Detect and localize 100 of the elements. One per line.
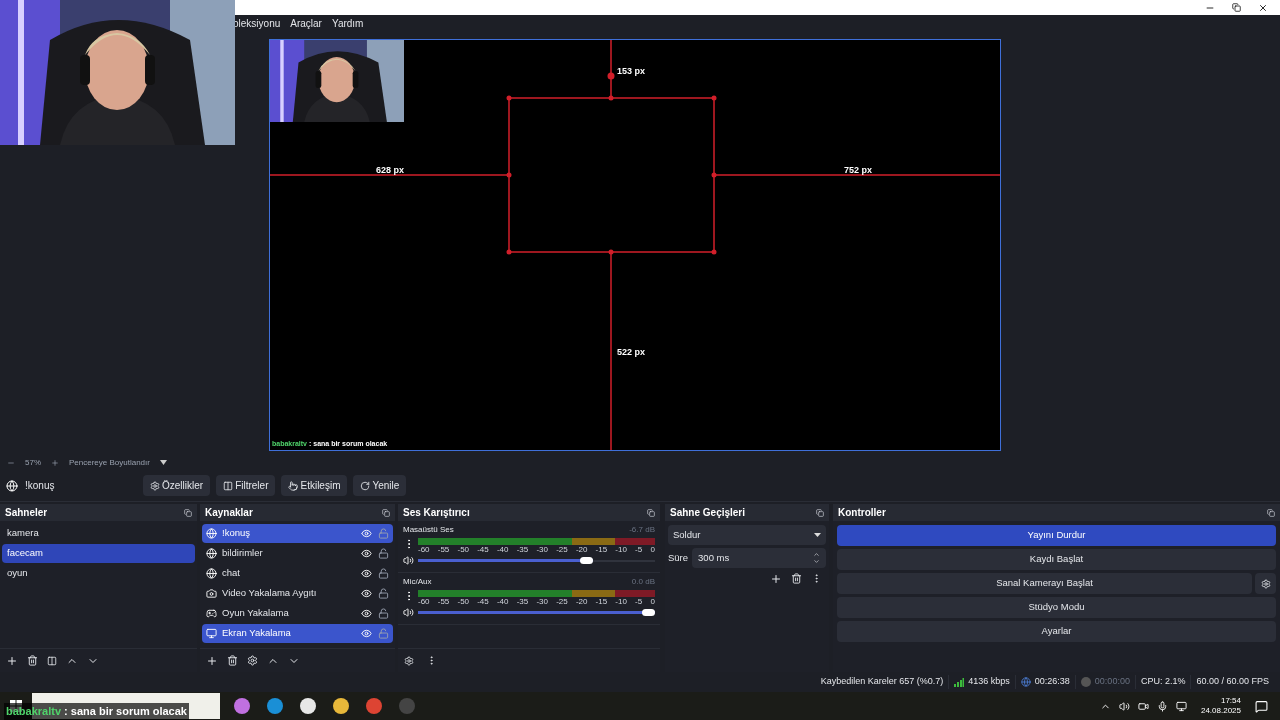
delete-icon[interactable] xyxy=(227,655,238,666)
transition-select[interactable]: Soldur xyxy=(668,525,826,545)
clock-time[interactable]: 17:54 xyxy=(1220,696,1241,706)
lock-icon[interactable] xyxy=(378,608,389,619)
add-icon[interactable] xyxy=(206,654,218,667)
duration-field[interactable]: 300 ms xyxy=(692,548,826,568)
volume-icon[interactable] xyxy=(1118,700,1130,712)
meter-tick: -5 xyxy=(635,545,643,554)
menu-item[interactable]: oleksiyonu xyxy=(233,16,281,31)
filters-icon xyxy=(223,480,234,491)
settings-icon[interactable] xyxy=(404,655,414,666)
undock-icon[interactable] xyxy=(382,508,390,517)
distance-label: 752 px xyxy=(844,164,873,177)
meter-tick: -60 xyxy=(418,545,430,554)
add-icon[interactable] xyxy=(6,654,18,667)
distance-label: 628 px xyxy=(376,164,405,177)
undock-icon[interactable] xyxy=(184,508,192,517)
toolbar-button[interactable]: Yenile xyxy=(353,475,407,496)
guide-line xyxy=(610,40,612,99)
undock-icon[interactable] xyxy=(1267,508,1275,517)
toolbar-button[interactable]: Özellikler xyxy=(143,475,211,496)
decrement-icon[interactable] xyxy=(813,558,820,565)
control-button[interactable]: Yayını Durdur xyxy=(837,525,1276,546)
visibility-icon[interactable] xyxy=(361,568,372,579)
volume-icon[interactable] xyxy=(403,555,414,566)
delete-icon[interactable] xyxy=(27,655,38,666)
filter-icon[interactable] xyxy=(47,655,57,666)
lock-icon[interactable] xyxy=(378,568,389,579)
meter-tick: -15 xyxy=(595,545,608,554)
menu-item[interactable]: Yardım xyxy=(331,16,364,31)
zoom-in-icon[interactable] xyxy=(51,458,59,467)
browser-icon xyxy=(206,528,217,539)
current-source: !konuş xyxy=(25,479,56,493)
distance-label: 153 px xyxy=(617,65,646,78)
dock-title: Ses Karıştırıcı xyxy=(403,506,470,520)
control-button[interactable]: Stüdyo Modu xyxy=(837,597,1276,618)
volume-slider-thumb[interactable] xyxy=(642,609,655,616)
lock-icon[interactable] xyxy=(378,548,389,559)
status-text: 00:00:00 xyxy=(1094,675,1130,689)
settings-icon[interactable] xyxy=(247,655,258,666)
clock-date[interactable]: 24.08.2025 xyxy=(1200,706,1241,716)
duration-label: Süre xyxy=(668,550,689,565)
dock-title: Kaynaklar xyxy=(205,506,253,520)
scene-item[interactable]: oyun xyxy=(2,564,195,583)
delete-icon[interactable] xyxy=(791,573,802,584)
undock-icon[interactable] xyxy=(816,508,824,517)
close-icon[interactable] xyxy=(1258,2,1268,13)
meter-tick: -20 xyxy=(575,545,588,554)
toolbar-button[interactable]: Filtreler xyxy=(216,475,276,496)
bounding-box[interactable] xyxy=(506,95,717,255)
status-text: 00:26:38 xyxy=(1034,675,1070,689)
meter-tick: -20 xyxy=(575,597,588,606)
volume-icon[interactable] xyxy=(403,607,414,618)
visibility-icon[interactable] xyxy=(361,608,372,619)
browser-icon xyxy=(206,548,217,559)
meter-tick: -35 xyxy=(516,545,529,554)
control-button[interactable]: Ayarlar xyxy=(837,621,1276,642)
channel-reading: -6.7 dB xyxy=(629,524,655,536)
zoom-mode[interactable]: Pencereye Boyutlandır xyxy=(69,456,150,469)
meter-tick: -45 xyxy=(477,597,489,606)
refresh-icon xyxy=(360,480,371,491)
source-item[interactable]: Oyun Yakalama xyxy=(202,604,393,623)
scene-item[interactable]: kamera xyxy=(2,524,195,543)
source-item[interactable]: Video Yakalama Aygıtı xyxy=(202,584,393,603)
visibility-icon[interactable] xyxy=(361,548,372,559)
meter-tick: 0 xyxy=(650,597,655,606)
lock-icon[interactable] xyxy=(378,588,389,599)
control-button[interactable]: Sanal Kamerayı Başlat xyxy=(837,573,1252,594)
network-icon[interactable] xyxy=(1175,700,1187,712)
meter-tick: -5 xyxy=(635,597,643,606)
settings-button[interactable] xyxy=(1255,573,1276,594)
source-item[interactable]: chat xyxy=(202,564,393,583)
restore-icon[interactable] xyxy=(1232,3,1241,12)
increment-icon[interactable] xyxy=(813,551,820,558)
microphone-icon[interactable] xyxy=(1156,700,1168,712)
gear-icon xyxy=(1260,578,1271,589)
add-icon[interactable] xyxy=(770,573,782,585)
caret-icon[interactable] xyxy=(159,460,167,465)
source-name: Oyun Yakalama xyxy=(222,606,290,621)
meter-tick: -40 xyxy=(496,545,509,554)
app-icon[interactable] xyxy=(331,696,351,716)
camera-icon[interactable] xyxy=(1137,700,1149,712)
notifications-icon[interactable] xyxy=(1255,699,1268,713)
source-item[interactable]: bildirimler xyxy=(202,544,393,563)
app-icon[interactable] xyxy=(298,696,318,716)
properties-icon xyxy=(150,480,160,491)
toolbar-button[interactable]: Etkileşim xyxy=(281,475,348,496)
rotation-handle[interactable] xyxy=(607,72,615,80)
control-button[interactable]: Kaydı Başlat xyxy=(837,549,1276,570)
meter-tick: -25 xyxy=(556,597,568,606)
volume-slider-thumb[interactable] xyxy=(580,557,594,564)
meter-tick: -45 xyxy=(477,545,489,554)
display-icon xyxy=(206,628,217,639)
meter-tick: -10 xyxy=(615,545,627,554)
menu-item[interactable]: Araçlar xyxy=(290,16,322,31)
status-text: Kaybedilen Kareler 657 (%0.7) xyxy=(820,675,944,689)
scene-item[interactable]: facecam xyxy=(2,544,195,563)
game-icon xyxy=(206,608,217,619)
visibility-icon[interactable] xyxy=(361,588,372,599)
undock-icon[interactable] xyxy=(647,508,655,517)
